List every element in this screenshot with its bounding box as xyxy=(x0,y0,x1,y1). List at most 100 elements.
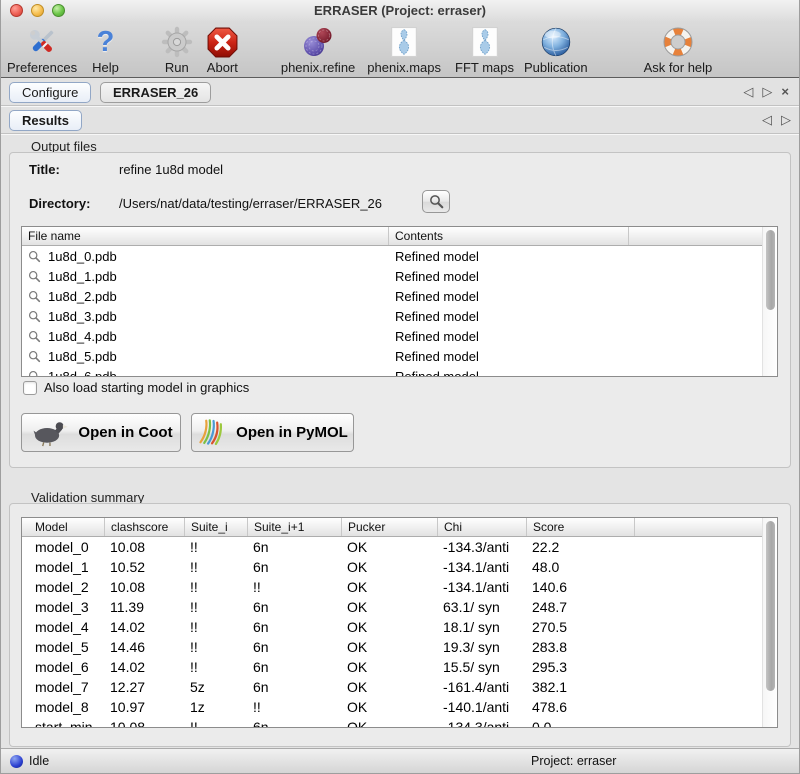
toolbar-button-fft-maps[interactable]: FFT maps xyxy=(455,24,514,77)
suite-i-cell: !! xyxy=(185,559,248,575)
validation-row[interactable]: model_8 10.97 1z !! OK -140.1/anti 478.6 xyxy=(22,697,762,717)
chi-cell: 18.1/ syn xyxy=(438,619,527,635)
file-contents-cell: Refined model xyxy=(389,249,479,264)
file-row[interactable]: 1u8d_0.pdb Refined model xyxy=(22,246,762,266)
chi-cell: -140.1/anti xyxy=(438,699,527,715)
model-cell: model_8 xyxy=(22,699,105,715)
validation-table-scrollbar[interactable] xyxy=(762,518,777,727)
clashscore-cell: 10.08 xyxy=(105,539,185,555)
column-header-suite-i1[interactable]: Suite_i+1 xyxy=(248,518,342,536)
toolbar-label-fft-maps: FFT maps xyxy=(455,60,514,75)
subtab-scroll-left-icon[interactable]: ◁ xyxy=(762,111,772,129)
file-table-scrollbar-thumb[interactable] xyxy=(766,230,775,310)
toolbar-button-phenix-maps[interactable]: phenix.maps xyxy=(367,24,441,77)
validation-row[interactable]: model_0 10.08 !! 6n OK -134.3/anti 22.2 xyxy=(22,537,762,557)
tab-scroll-right-icon[interactable]: ▷ xyxy=(762,83,772,101)
column-header-file-name[interactable]: File name xyxy=(22,227,389,245)
output-files-table: File name Contents 1u8d_0.pdb Refined mo… xyxy=(21,226,778,377)
validation-row[interactable]: model_5 14.46 !! 6n OK 19.3/ syn 283.8 xyxy=(22,637,762,657)
pucker-cell: OK xyxy=(342,599,438,615)
toolbar-label-phenix-maps: phenix.maps xyxy=(367,60,441,75)
file-row[interactable]: 1u8d_2.pdb Refined model xyxy=(22,286,762,306)
toolbar-button-ask-for-help[interactable]: Ask for help xyxy=(644,24,713,77)
title-field-label: Title: xyxy=(29,162,60,177)
validation-row[interactable]: model_2 10.08 !! !! OK -134.1/anti 140.6 xyxy=(22,577,762,597)
validation-row[interactable]: model_4 14.02 !! 6n OK 18.1/ syn 270.5 xyxy=(22,617,762,637)
phenix-maps-icon xyxy=(391,24,417,60)
file-table-header: File name Contents xyxy=(22,227,777,246)
clashscore-cell: 10.52 xyxy=(105,559,185,575)
browse-directory-button[interactable] xyxy=(422,190,450,213)
open-in-coot-button[interactable]: Open in Coot xyxy=(21,413,181,452)
file-row[interactable]: 1u8d_6.pdb Refined model xyxy=(22,366,762,376)
clashscore-cell: 11.39 xyxy=(105,599,185,615)
suite-i1-cell: 6n xyxy=(248,679,342,695)
toolbar-button-preferences[interactable]: Preferences xyxy=(7,24,77,77)
toolbar-label-help: Help xyxy=(92,60,119,75)
open-in-pymol-label: Open in PyMOL xyxy=(236,424,348,441)
open-in-pymol-button[interactable]: Open in PyMOL xyxy=(191,413,354,452)
close-window-button[interactable] xyxy=(10,4,23,17)
suite-i1-cell: 6n xyxy=(248,719,342,727)
toolbar-label-publication: Publication xyxy=(524,60,588,75)
clashscore-cell: 12.27 xyxy=(105,679,185,695)
tab-scroll-left-icon[interactable]: ◁ xyxy=(743,83,753,101)
validation-row[interactable]: start_min 10.08 !! 6n OK -134.3/anti 0.0 xyxy=(22,717,762,727)
toolbar: Preferences ? Help Run xyxy=(1,22,799,78)
suite-i-cell: !! xyxy=(185,719,248,727)
toolbar-button-run[interactable]: Run xyxy=(161,24,193,77)
validation-table: Model clashscore Suite_i Suite_i+1 Pucke… xyxy=(21,517,778,728)
tab-configure[interactable]: Configure xyxy=(9,82,91,103)
file-row[interactable]: 1u8d_1.pdb Refined model xyxy=(22,266,762,286)
app-window: ERRASER (Project: erraser) xyxy=(0,0,800,774)
toolbar-button-phenix-refine[interactable]: phenix.refine xyxy=(281,24,355,77)
tab-results[interactable]: Results xyxy=(9,110,82,131)
tab-erraser-26[interactable]: ERRASER_26 xyxy=(100,82,211,103)
clashscore-cell: 14.02 xyxy=(105,659,185,675)
file-row[interactable]: 1u8d_4.pdb Refined model xyxy=(22,326,762,346)
suite-i1-cell: 6n xyxy=(248,559,342,575)
score-cell: 270.5 xyxy=(527,619,635,635)
suite-i1-cell: 6n xyxy=(248,599,342,615)
subtab-scroll-right-icon[interactable]: ▷ xyxy=(781,111,791,129)
file-magnifier-icon xyxy=(28,250,41,263)
suite-i-cell: !! xyxy=(185,599,248,615)
file-magnifier-icon xyxy=(28,350,41,363)
column-header-suite-i[interactable]: Suite_i xyxy=(185,518,248,536)
toolbar-button-publication[interactable]: Publication xyxy=(524,24,588,77)
pucker-cell: OK xyxy=(342,539,438,555)
coot-bird-icon xyxy=(29,418,69,447)
file-name-cell: 1u8d_6.pdb xyxy=(48,369,117,377)
clashscore-cell: 10.08 xyxy=(105,719,185,727)
validation-row[interactable]: model_3 11.39 !! 6n OK 63.1/ syn 248.7 xyxy=(22,597,762,617)
minimize-window-button[interactable] xyxy=(31,4,44,17)
column-header-model[interactable]: Model xyxy=(22,518,105,536)
file-magnifier-icon xyxy=(28,270,41,283)
column-header-clashscore[interactable]: clashscore xyxy=(105,518,185,536)
column-header-contents[interactable]: Contents xyxy=(389,227,629,245)
file-row[interactable]: 1u8d_3.pdb Refined model xyxy=(22,306,762,326)
load-starting-model-checkbox[interactable] xyxy=(23,381,37,395)
zoom-window-button[interactable] xyxy=(52,4,65,17)
file-table-scrollbar[interactable] xyxy=(762,227,777,376)
file-name-cell: 1u8d_2.pdb xyxy=(48,289,117,304)
tab-close-icon[interactable]: × xyxy=(781,83,789,101)
score-cell: 382.1 xyxy=(527,679,635,695)
file-row[interactable]: 1u8d_5.pdb Refined model xyxy=(22,346,762,366)
toolbar-button-help[interactable]: ? Help xyxy=(92,24,119,77)
toolbar-label-ask-for-help: Ask for help xyxy=(644,60,713,75)
column-header-chi[interactable]: Chi xyxy=(438,518,527,536)
directory-field-value: /Users/nat/data/testing/erraser/ERRASER_… xyxy=(119,196,382,211)
model-cell: model_4 xyxy=(22,619,105,635)
validation-row[interactable]: model_6 14.02 !! 6n OK 15.5/ syn 295.3 xyxy=(22,657,762,677)
pucker-cell: OK xyxy=(342,639,438,655)
column-header-pucker[interactable]: Pucker xyxy=(342,518,438,536)
suite-i1-cell: !! xyxy=(248,579,342,595)
suite-i-cell: 5z xyxy=(185,679,248,695)
run-gear-icon xyxy=(161,24,193,60)
validation-row[interactable]: model_7 12.27 5z 6n OK -161.4/anti 382.1 xyxy=(22,677,762,697)
validation-row[interactable]: model_1 10.52 !! 6n OK -134.1/anti 48.0 xyxy=(22,557,762,577)
toolbar-button-abort[interactable]: Abort xyxy=(206,24,239,77)
validation-table-scrollbar-thumb[interactable] xyxy=(766,521,775,691)
column-header-score[interactable]: Score xyxy=(527,518,635,536)
